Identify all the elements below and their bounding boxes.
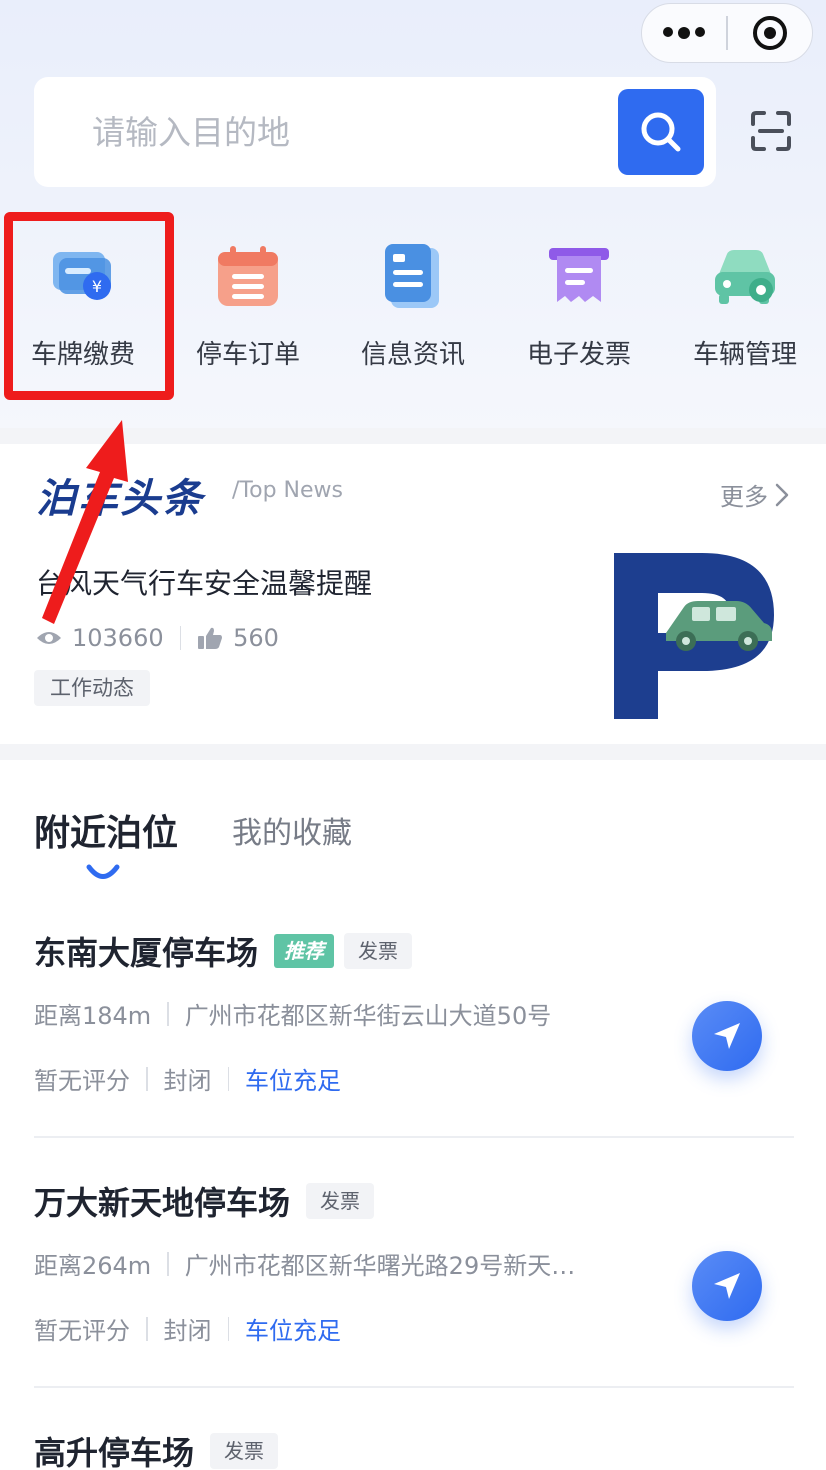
- target-circle-icon: [752, 16, 787, 50]
- quick-entry-e-invoice[interactable]: 电子发票: [509, 240, 649, 371]
- parking-lot-item[interactable]: 万大新天地停车场 发票 距离264m 广州市花都区新华曙光路29号新天… 暂无评…: [34, 1178, 794, 1346]
- section-divider: [0, 744, 826, 760]
- search-button[interactable]: [618, 89, 704, 175]
- view-count: 103660: [72, 624, 164, 652]
- more-news-link[interactable]: 更多: [720, 477, 790, 512]
- news-headline[interactable]: 台风天气行车安全温馨提醒: [36, 562, 372, 602]
- parking-lot-address: 广州市花都区新华曙光路29号新天…: [184, 1252, 576, 1280]
- parking-lot-item[interactable]: 东南大厦停车场 推荐 发票 距离184m 广州市花都区新华街云山大道50号 暂无…: [34, 928, 794, 1096]
- quick-entry-label: 电子发票: [526, 340, 631, 370]
- news-thumbnail-image[interactable]: [606, 553, 782, 719]
- navigate-button[interactable]: [692, 1001, 762, 1071]
- recommend-badge: 推荐: [274, 934, 335, 968]
- more-dots-icon: [663, 27, 706, 39]
- meta-separator: [167, 1001, 169, 1026]
- tab-my-favorites[interactable]: 我的收藏: [232, 808, 352, 852]
- search-icon: [641, 112, 681, 152]
- parking-lot-availability: 车位充足: [245, 1317, 341, 1345]
- news-section-subtitle: /Top News: [232, 478, 343, 503]
- eye-icon: [37, 632, 61, 644]
- news-meta: 103660 560: [36, 624, 279, 652]
- invoice-badge: 发票: [306, 1183, 375, 1219]
- quick-entry-label: 信息资讯: [360, 340, 465, 370]
- parking-lot-name: 万大新天地停车场: [34, 1184, 291, 1222]
- more-menu-button[interactable]: [642, 4, 726, 62]
- chevron-right-icon: [775, 483, 789, 506]
- meta-separator: [227, 1316, 229, 1341]
- invoice-badge: 发票: [344, 933, 413, 969]
- news-document-icon: [377, 240, 449, 312]
- parking-lot-rating: 暂无评分: [34, 1067, 130, 1095]
- list-divider: [34, 1136, 794, 1138]
- meta-separator: [146, 1316, 148, 1341]
- tab-active-indicator: [86, 864, 120, 879]
- parking-lot-name: 高升停车场: [34, 1434, 195, 1470]
- meta-separator: [227, 1066, 229, 1091]
- parking-lot-status: 封闭: [163, 1067, 212, 1095]
- more-label: 更多: [720, 483, 768, 511]
- miniprogram-capsule: [641, 3, 813, 63]
- meta-separator: [146, 1066, 148, 1091]
- highlight-annotation-box: [4, 212, 174, 400]
- parking-lot-distance: 距离264m: [34, 1252, 152, 1280]
- parking-lot-name: 东南大厦停车场: [34, 934, 259, 972]
- quick-entry-label: 停车订单: [195, 340, 300, 370]
- news-category-tag: 工作动态: [34, 670, 150, 706]
- quick-entry-vehicle-management[interactable]: 车辆管理: [675, 240, 815, 371]
- quick-entry-parking-orders[interactable]: 停车订单: [178, 240, 318, 371]
- car-settings-icon: [709, 240, 781, 312]
- invoice-icon: [543, 240, 615, 312]
- parking-lot-status: 封闭: [163, 1317, 212, 1345]
- meta-separator: [179, 626, 182, 650]
- navigation-arrow-icon: [714, 1273, 740, 1299]
- meta-separator: [167, 1251, 169, 1276]
- navigate-button[interactable]: [692, 1251, 762, 1321]
- search-input[interactable]: [92, 107, 592, 157]
- invoice-badge: 发票: [210, 1433, 279, 1469]
- thumbs-up-icon: [198, 627, 223, 649]
- quick-entry-news[interactable]: 信息资讯: [343, 240, 483, 371]
- parking-lot-rating: 暂无评分: [34, 1317, 130, 1345]
- parking-lot-distance: 距离184m: [34, 1002, 152, 1030]
- quick-entry-label: 车辆管理: [692, 340, 797, 370]
- order-calendar-icon: [212, 240, 284, 312]
- list-divider: [34, 1386, 794, 1388]
- search-bar: [34, 77, 716, 187]
- tab-nearby-parking[interactable]: 附近泊位: [34, 804, 178, 856]
- parking-lot-item[interactable]: 高升停车场 发票: [34, 1428, 794, 1470]
- section-divider: [0, 428, 826, 444]
- like-count: 560: [233, 624, 279, 652]
- news-section-title: 泊车头条: [36, 476, 204, 522]
- close-miniprogram-button[interactable]: [728, 4, 812, 62]
- parking-lot-availability: 车位充足: [245, 1067, 341, 1095]
- parking-lot-address: 广州市花都区新华街云山大道50号: [184, 1002, 552, 1030]
- navigation-arrow-icon: [714, 1023, 740, 1049]
- scan-icon[interactable]: [750, 110, 792, 152]
